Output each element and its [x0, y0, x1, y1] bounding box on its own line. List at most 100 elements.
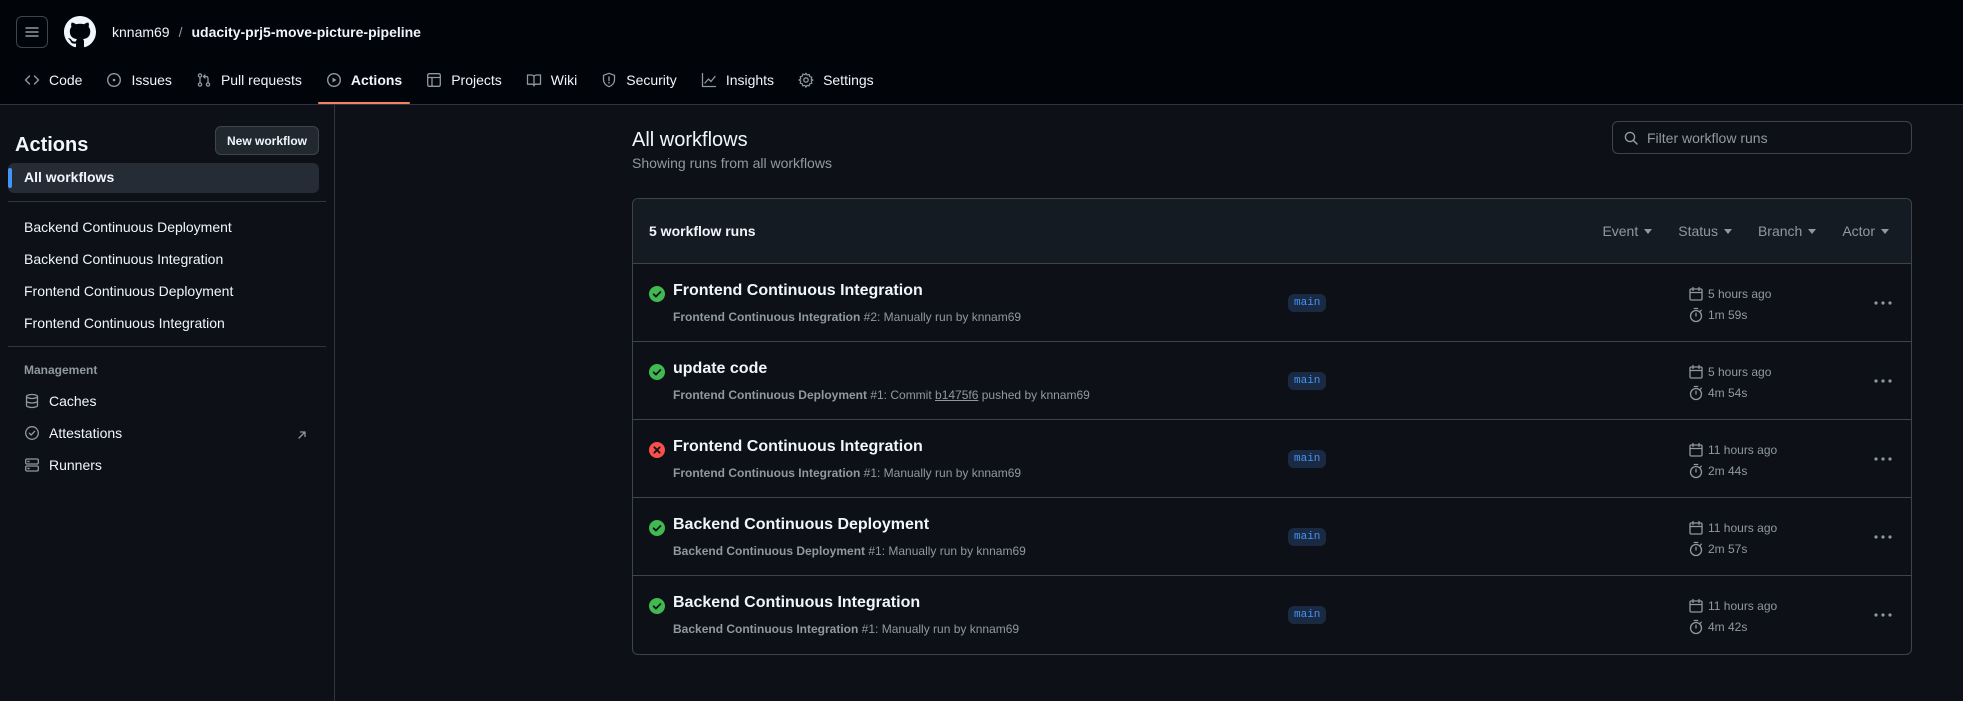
run-timestamp: 5 hours ago — [1688, 364, 1771, 380]
run-when: 11 hours ago — [1708, 599, 1778, 613]
calendar-icon — [1689, 442, 1703, 457]
sidebar-item-attestations[interactable]: Attestations — [24, 425, 122, 441]
tab-label: Issues — [131, 72, 172, 88]
run-title-link[interactable]: update code — [673, 360, 767, 378]
success-check-icon — [649, 598, 665, 614]
workflow-run-row[interactable]: Frontend Continuous Integration Frontend… — [633, 420, 1911, 498]
branch-label[interactable]: main — [1288, 372, 1327, 390]
run-menu-button[interactable] — [1873, 371, 1893, 391]
run-detail: #1: Manually run by knnam69 — [860, 466, 1022, 480]
hamburger-icon — [25, 27, 39, 37]
run-duration-text: 2m 44s — [1708, 464, 1748, 478]
workflow-run-row[interactable]: Frontend Continuous Integration Frontend… — [633, 264, 1911, 342]
sidebar-item-label: Attestations — [49, 425, 123, 441]
commit-sha-link[interactable]: b1475f6 — [935, 388, 978, 402]
sidebar-item-runners[interactable]: Runners — [24, 457, 102, 473]
tab-settings[interactable]: Settings — [790, 64, 882, 96]
status-filter-dropdown[interactable]: Status — [1678, 223, 1732, 239]
tab-pull-requests[interactable]: Pull requests — [188, 64, 310, 96]
sidebar-item-all-workflows[interactable]: All workflows — [8, 163, 319, 193]
run-timestamp: 11 hours ago — [1688, 442, 1777, 458]
run-detail: #1: Manually run by knnam69 — [865, 544, 1026, 558]
kebab-horizontal-icon — [1874, 613, 1892, 617]
run-menu-button[interactable] — [1873, 293, 1893, 313]
server-icon — [25, 458, 39, 472]
repo-owner-link[interactable]: knnam69 — [112, 22, 170, 42]
run-when: 5 hours ago — [1708, 287, 1772, 301]
run-meta: Frontend Continuous Integration #2: Manu… — [673, 310, 1021, 324]
run-detail: #2: Manually run by knnam69 — [860, 310, 1022, 324]
branch-label[interactable]: main — [1288, 294, 1327, 312]
caret-down-icon — [1644, 228, 1653, 234]
breadcrumb: knnam69 / udacity-prj5-move-picture-pipe… — [112, 22, 421, 42]
workflow-run-row[interactable]: Backend Continuous Deployment Backend Co… — [633, 498, 1911, 576]
sidebar-item-caches[interactable]: Caches — [24, 393, 96, 409]
run-workflow-name: Frontend Continuous Integration — [673, 466, 861, 480]
book-icon — [526, 74, 541, 87]
sidebar-item-workflow[interactable]: Backend Continuous Integration — [24, 249, 223, 269]
kebab-horizontal-icon — [1874, 457, 1892, 461]
caret-down-icon — [1723, 228, 1732, 234]
tab-projects[interactable]: Projects — [418, 64, 510, 96]
table-icon — [427, 73, 442, 87]
run-menu-button[interactable] — [1873, 527, 1893, 547]
management-heading: Management — [24, 363, 98, 377]
success-check-icon — [649, 286, 665, 302]
page-subtitle: Showing runs from all workflows — [632, 155, 832, 171]
stopwatch-icon — [1689, 385, 1703, 401]
filter-label: Status — [1678, 223, 1718, 239]
run-meta: Frontend Continuous Deployment #1: Commi… — [673, 388, 1090, 402]
workflow-run-row[interactable]: Backend Continuous Integration Backend C… — [633, 576, 1911, 654]
tab-label: Actions — [350, 72, 403, 88]
caret-down-icon — [1808, 228, 1817, 234]
tab-code[interactable]: Code — [16, 64, 90, 96]
sidebar-item-workflow[interactable]: Backend Continuous Deployment — [24, 217, 232, 237]
sidebar-item-workflow[interactable]: Frontend Continuous Deployment — [24, 281, 233, 301]
run-meta: Frontend Continuous Integration #1: Manu… — [673, 466, 1021, 480]
run-workflow-name: Frontend Continuous Integration — [673, 310, 861, 324]
failure-x-icon — [649, 442, 665, 458]
success-check-icon — [649, 364, 665, 380]
sidebar-divider — [8, 201, 326, 202]
new-workflow-button[interactable]: New workflow — [215, 126, 319, 155]
repo-name-link[interactable]: udacity-prj5-move-picture-pipeline — [191, 22, 420, 42]
filter-runs-input[interactable] — [1647, 129, 1897, 146]
stopwatch-icon — [1689, 463, 1703, 479]
tab-security[interactable]: Security — [593, 64, 685, 96]
sidebar-title: Actions — [15, 134, 89, 156]
run-title-link[interactable]: Frontend Continuous Integration — [673, 282, 923, 300]
run-when: 11 hours ago — [1708, 521, 1778, 535]
branch-label[interactable]: main — [1288, 528, 1327, 546]
sidebar-item-workflow[interactable]: Frontend Continuous Integration — [24, 313, 225, 333]
event-filter-dropdown[interactable]: Event — [1602, 223, 1653, 239]
run-menu-button[interactable] — [1873, 605, 1893, 625]
actor-filter-dropdown[interactable]: Actor — [1842, 223, 1889, 239]
tab-actions[interactable]: Actions — [317, 64, 411, 104]
branch-label[interactable]: main — [1288, 450, 1327, 468]
gear-icon — [798, 72, 814, 88]
external-link-icon — [298, 431, 306, 439]
filter-label: Branch — [1757, 223, 1803, 239]
github-logo-icon[interactable] — [64, 16, 96, 48]
run-duration: 4m 42s — [1688, 619, 1747, 635]
sidebar-item-label: Runners — [49, 457, 102, 473]
tab-insights[interactable]: Insights — [693, 64, 782, 96]
tab-label: Pull requests — [220, 72, 302, 88]
run-title-link[interactable]: Backend Continuous Integration — [673, 594, 920, 612]
tab-label: Insights — [725, 72, 775, 88]
sidebar-divider — [8, 346, 326, 347]
workflow-run-row[interactable]: update code Frontend Continuous Deployme… — [633, 342, 1911, 420]
filter-runs-field[interactable] — [1612, 121, 1912, 154]
shield-icon — [603, 72, 616, 88]
branch-filter-dropdown[interactable]: Branch — [1757, 223, 1817, 239]
tab-issues[interactable]: Issues — [98, 64, 179, 96]
run-duration: 2m 44s — [1688, 463, 1747, 479]
run-title-link[interactable]: Frontend Continuous Integration — [673, 438, 923, 456]
success-check-icon — [649, 520, 665, 536]
tab-label: Settings — [823, 72, 874, 88]
menu-button[interactable] — [16, 16, 48, 48]
run-menu-button[interactable] — [1873, 449, 1893, 469]
branch-label[interactable]: main — [1288, 606, 1327, 624]
run-title-link[interactable]: Backend Continuous Deployment — [673, 516, 929, 534]
tab-wiki[interactable]: Wiki — [518, 64, 585, 96]
